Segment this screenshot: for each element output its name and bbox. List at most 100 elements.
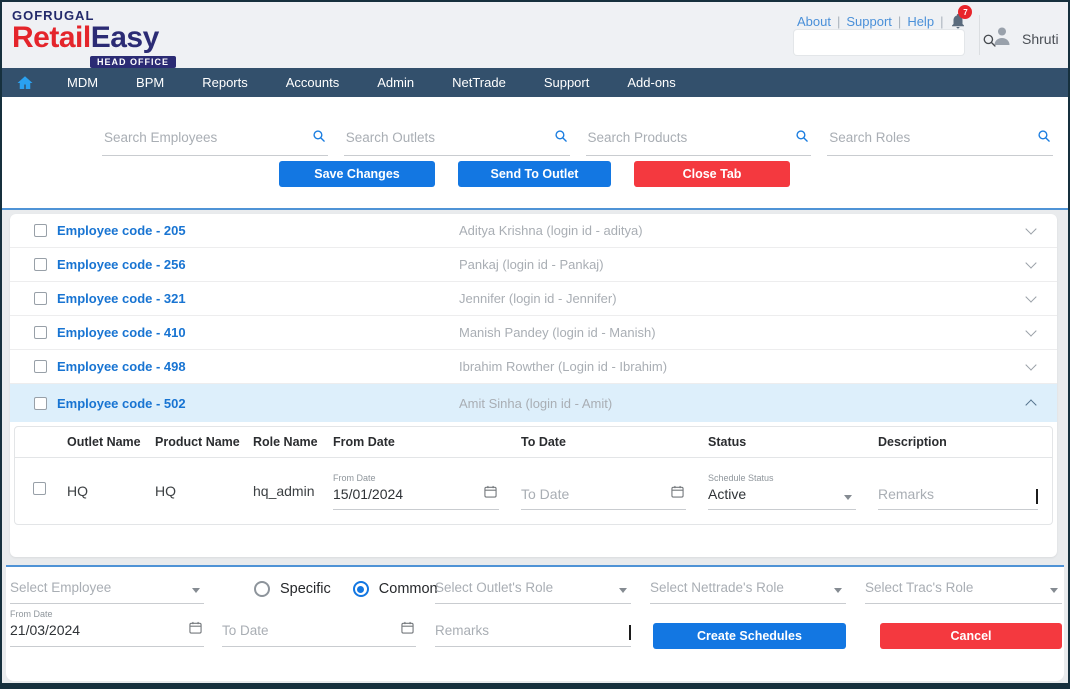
search-icon[interactable] xyxy=(795,129,809,148)
select-employee-dropdown[interactable]: Select Employee xyxy=(10,579,204,604)
employee-row[interactable]: Employee code - 498 Ibrahim Rowther (Log… xyxy=(10,350,1057,384)
search-roles-field[interactable]: Search Roles xyxy=(827,129,1053,156)
col-status: Status xyxy=(700,435,870,449)
description-field[interactable]: Remarks xyxy=(878,472,1038,510)
employee-row[interactable]: Employee code - 205 Aditya Krishna (logi… xyxy=(10,214,1057,248)
employee-row[interactable]: Employee code - 410 Manish Pandey (login… xyxy=(10,316,1057,350)
from-date-field[interactable]: From Date 15/01/2024 xyxy=(333,473,499,510)
col-outlet-name: Outlet Name xyxy=(59,435,147,449)
schedule-row-checkbox[interactable] xyxy=(33,482,46,495)
employee-code: Employee code - 502 xyxy=(57,396,186,411)
calendar-icon[interactable] xyxy=(189,621,202,639)
from-date-label: From Date xyxy=(333,473,499,483)
chevron-up-icon[interactable] xyxy=(1025,399,1036,410)
footer-remarks-field[interactable]: Remarks xyxy=(435,622,631,647)
toolbar: Search Employees Search Outlets Search P… xyxy=(2,97,1068,210)
schedule-table-header: Outlet Name Product Name Role Name From … xyxy=(15,427,1052,458)
employee-code: Employee code - 205 xyxy=(57,223,186,238)
select-nettrade-role-placeholder: Select Nettrade's Role xyxy=(650,580,784,595)
row-checkbox[interactable] xyxy=(34,397,47,410)
link-separator: | xyxy=(898,14,901,29)
nav-item-bpm[interactable]: BPM xyxy=(117,68,183,97)
dropdown-caret-icon[interactable] xyxy=(834,588,842,593)
from-date-value: 15/01/2024 xyxy=(333,486,403,502)
schedule-status-select[interactable]: Schedule Status Active xyxy=(708,473,856,510)
header-search-box[interactable] xyxy=(794,30,964,55)
employee-name: Jennifer (login id - Jennifer) xyxy=(459,291,617,306)
create-schedule-form: Select Employee Specific Common Select O… xyxy=(6,565,1064,681)
user-menu[interactable]: Shruti xyxy=(990,24,1059,53)
nav-item-mdm[interactable]: MDM xyxy=(48,68,117,97)
about-link[interactable]: About xyxy=(797,14,831,29)
nav-item-accounts[interactable]: Accounts xyxy=(267,68,358,97)
footer-from-date-field[interactable]: From Date 21/03/2024 xyxy=(10,609,204,647)
dropdown-caret-icon[interactable] xyxy=(619,588,627,593)
employee-name: Amit Sinha (login id - Amit) xyxy=(459,396,612,411)
to-date-field[interactable]: To Date xyxy=(521,472,686,510)
select-nettrade-role-dropdown[interactable]: Select Nettrade's Role xyxy=(650,579,846,604)
search-roles-placeholder: Search Roles xyxy=(829,130,910,145)
select-employee-placeholder: Select Employee xyxy=(10,580,111,595)
schedule-table-row: HQ HQ hq_admin From Date 15/01/2024 To D… xyxy=(15,458,1052,524)
employee-name: Aditya Krishna (login id - aditya) xyxy=(459,223,643,238)
select-outlet-role-placeholder: Select Outlet's Role xyxy=(435,580,553,595)
send-to-outlet-button[interactable]: Send To Outlet xyxy=(458,161,611,187)
col-role-name: Role Name xyxy=(245,435,325,449)
calendar-icon[interactable] xyxy=(401,621,414,639)
chevron-down-icon[interactable] xyxy=(1025,325,1036,336)
dropdown-caret-icon[interactable] xyxy=(1050,588,1058,593)
chevron-down-icon[interactable] xyxy=(1025,359,1036,370)
search-products-placeholder: Search Products xyxy=(588,130,688,145)
nav-item-reports[interactable]: Reports xyxy=(183,68,267,97)
search-outlets-field[interactable]: Search Outlets xyxy=(344,129,570,156)
radio-common[interactable] xyxy=(353,581,369,597)
save-changes-button[interactable]: Save Changes xyxy=(279,161,435,187)
search-employees-placeholder: Search Employees xyxy=(104,130,217,145)
help-link[interactable]: Help xyxy=(907,14,934,29)
chevron-down-icon[interactable] xyxy=(1025,223,1036,234)
calendar-icon[interactable] xyxy=(671,485,684,503)
header-divider xyxy=(979,15,980,55)
employee-row[interactable]: Employee code - 321 Jennifer (login id -… xyxy=(10,282,1057,316)
app-window: GOFRUGAL RetailEasy HEAD OFFICE About | … xyxy=(0,0,1070,689)
search-employees-field[interactable]: Search Employees xyxy=(102,129,328,156)
cancel-button[interactable]: Cancel xyxy=(880,623,1062,649)
row-checkbox[interactable] xyxy=(34,292,47,305)
close-tab-button[interactable]: Close Tab xyxy=(634,161,790,187)
row-checkbox[interactable] xyxy=(34,224,47,237)
radio-common-label: Common xyxy=(379,581,438,597)
select-outlet-role-dropdown[interactable]: Select Outlet's Role xyxy=(435,579,631,604)
home-icon[interactable] xyxy=(16,74,34,92)
search-row: Search Employees Search Outlets Search P… xyxy=(102,129,1053,156)
header-search-input[interactable] xyxy=(794,30,982,55)
search-icon[interactable] xyxy=(554,129,568,148)
select-trac-role-dropdown[interactable]: Select Trac's Role xyxy=(865,579,1062,604)
employee-code: Employee code - 498 xyxy=(57,359,186,374)
nav-item-nettrade[interactable]: NetTrade xyxy=(433,68,525,97)
chevron-down-icon[interactable] xyxy=(1025,257,1036,268)
employee-row-expanded[interactable]: Employee code - 502 Amit Sinha (login id… xyxy=(10,384,1057,422)
nav-item-addons[interactable]: Add-ons xyxy=(608,68,694,97)
radio-specific-label: Specific xyxy=(280,581,331,597)
row-checkbox[interactable] xyxy=(34,326,47,339)
employee-row[interactable]: Employee code - 256 Pankaj (login id - P… xyxy=(10,248,1057,282)
nav-item-support[interactable]: Support xyxy=(525,68,609,97)
dropdown-caret-icon[interactable] xyxy=(192,588,200,593)
header: GOFRUGAL RetailEasy HEAD OFFICE About | … xyxy=(2,2,1068,68)
support-link[interactable]: Support xyxy=(846,14,892,29)
calendar-icon[interactable] xyxy=(484,485,497,503)
row-checkbox[interactable] xyxy=(34,258,47,271)
dropdown-caret-icon[interactable] xyxy=(844,495,852,500)
notification-bell-icon[interactable]: 7 xyxy=(949,12,967,30)
row-checkbox[interactable] xyxy=(34,360,47,373)
employee-name: Pankaj (login id - Pankaj) xyxy=(459,257,604,272)
search-products-field[interactable]: Search Products xyxy=(586,129,812,156)
footer-remarks-placeholder: Remarks xyxy=(435,623,489,638)
footer-to-date-field[interactable]: To Date xyxy=(222,622,416,647)
create-schedules-button[interactable]: Create Schedules xyxy=(653,623,846,649)
nav-item-admin[interactable]: Admin xyxy=(358,68,433,97)
search-icon[interactable] xyxy=(312,129,326,148)
radio-specific[interactable] xyxy=(254,581,270,597)
search-icon[interactable] xyxy=(1037,129,1051,148)
chevron-down-icon[interactable] xyxy=(1025,291,1036,302)
